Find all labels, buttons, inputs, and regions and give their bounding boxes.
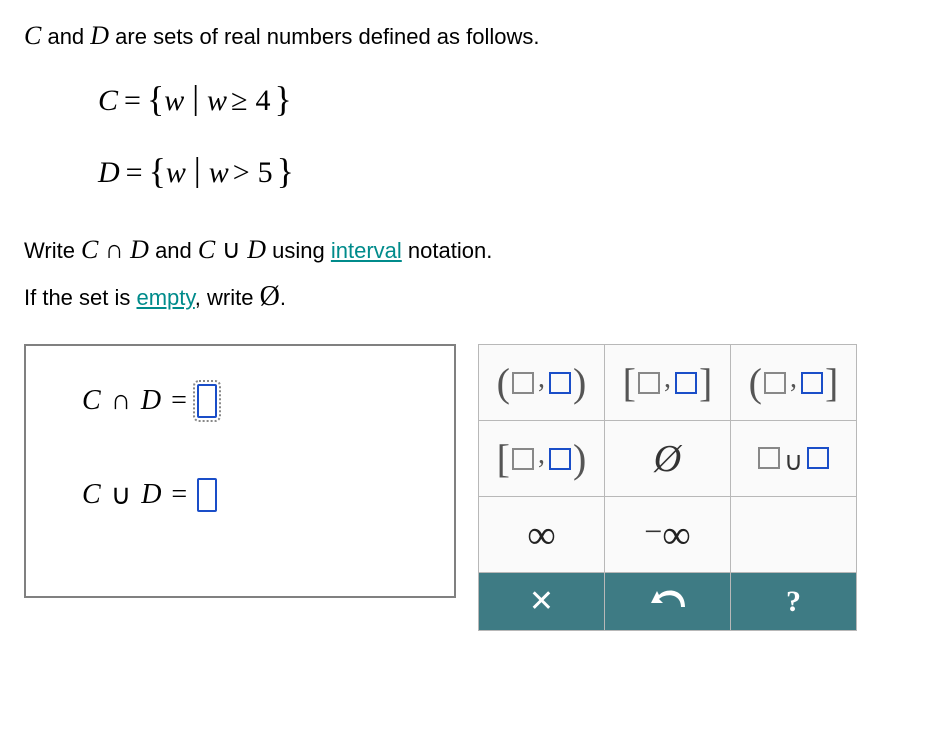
c-sym: C: [81, 235, 98, 264]
union-row: C ∪ D =: [82, 478, 454, 512]
answer-d: D: [141, 479, 161, 511]
palette-empty-cell: [731, 497, 857, 573]
emptyset-symbol: Ø: [260, 273, 280, 321]
palette-emptyset[interactable]: Ø: [605, 421, 731, 497]
infinity-icon: ∞: [662, 511, 691, 558]
d-sym: D: [130, 235, 149, 264]
set-c-var1: w: [164, 84, 184, 118]
union-input[interactable]: [197, 478, 217, 512]
intersection-row: C ∩ D =: [82, 384, 454, 418]
undo-button[interactable]: [605, 573, 731, 631]
set-c-label: C: [98, 84, 118, 118]
set-d-var1: w: [166, 156, 186, 190]
equals: =: [161, 479, 197, 511]
set-d-name: D: [90, 21, 109, 50]
help-icon: ?: [786, 585, 801, 618]
instruction-line1: Write C ∩ D and C ∪ D using interval not…: [24, 228, 924, 272]
instr-text: Write: [24, 238, 81, 263]
instr-text: If the set is: [24, 285, 137, 310]
equals: =: [161, 385, 197, 417]
instructions: Write C ∩ D and C ∪ D using interval not…: [24, 228, 924, 320]
c-sym: C: [198, 235, 215, 264]
instr-text: and: [149, 238, 198, 263]
instruction-line2: If the set is empty, write Ø.: [24, 273, 924, 321]
answer-c: C: [82, 385, 101, 417]
problem-intro: C and D are sets of real numbers defined…: [24, 18, 924, 54]
answer-d: D: [141, 385, 161, 417]
emptyset-icon: Ø: [654, 438, 681, 480]
set-c-var2: w: [207, 84, 227, 118]
palette-neg-infinity[interactable]: −∞: [605, 497, 731, 573]
empty-link[interactable]: empty: [137, 285, 195, 310]
intersection-input[interactable]: [197, 384, 217, 418]
infinity-icon: ∞: [527, 512, 556, 557]
set-definitions: C = { w | w ≥ 4 } D = { w | w > 5 }: [98, 80, 924, 194]
palette-closed-open[interactable]: [,): [479, 421, 605, 497]
equals: =: [118, 84, 147, 118]
palette-closed-closed[interactable]: [,]: [605, 345, 731, 421]
instr-text: , write: [195, 285, 260, 310]
set-builder-bar: |: [186, 152, 209, 190]
set-d-var2: w: [209, 156, 229, 190]
help-button[interactable]: ?: [731, 573, 857, 631]
palette-open-open[interactable]: (,): [479, 345, 605, 421]
intro-and: and: [41, 24, 90, 49]
intersection-op: ∩: [101, 385, 141, 417]
close-icon: ✕: [529, 585, 554, 618]
equals: =: [120, 156, 149, 190]
set-d-relation: >: [229, 156, 254, 190]
instr-text: using: [266, 238, 331, 263]
answer-area: C ∩ D = C ∪ D = (,) [,] (,]: [24, 344, 924, 631]
set-d-value: 5: [254, 156, 277, 190]
set-builder-bar: |: [184, 80, 207, 118]
set-c-name: C: [24, 21, 41, 50]
interval-link[interactable]: interval: [331, 238, 402, 263]
set-d-label: D: [98, 156, 120, 190]
close-brace: }: [277, 150, 294, 192]
intro-rest: are sets of real numbers defined as foll…: [109, 24, 539, 49]
set-c-definition: C = { w | w ≥ 4 }: [98, 80, 924, 122]
palette-open-closed[interactable]: (,]: [731, 345, 857, 421]
close-brace: }: [275, 78, 292, 120]
open-brace: {: [147, 78, 164, 120]
open-brace: {: [149, 150, 166, 192]
instr-text: notation.: [402, 238, 493, 263]
union-op: ∪: [101, 478, 142, 512]
instr-text: .: [280, 285, 286, 310]
set-c-value: 4: [252, 84, 275, 118]
d-sym: D: [247, 235, 266, 264]
answer-box: C ∩ D = C ∪ D =: [24, 344, 456, 598]
set-d-definition: D = { w | w > 5 }: [98, 152, 924, 194]
palette-union[interactable]: ∪: [731, 421, 857, 497]
clear-button[interactable]: ✕: [479, 573, 605, 631]
set-c-relation: ≥: [227, 84, 251, 118]
undo-icon: [651, 585, 685, 618]
palette-infinity[interactable]: ∞: [479, 497, 605, 573]
answer-c: C: [82, 479, 101, 511]
symbol-palette: (,) [,] (,] [,) Ø ∪ ∞ −∞: [478, 344, 857, 631]
